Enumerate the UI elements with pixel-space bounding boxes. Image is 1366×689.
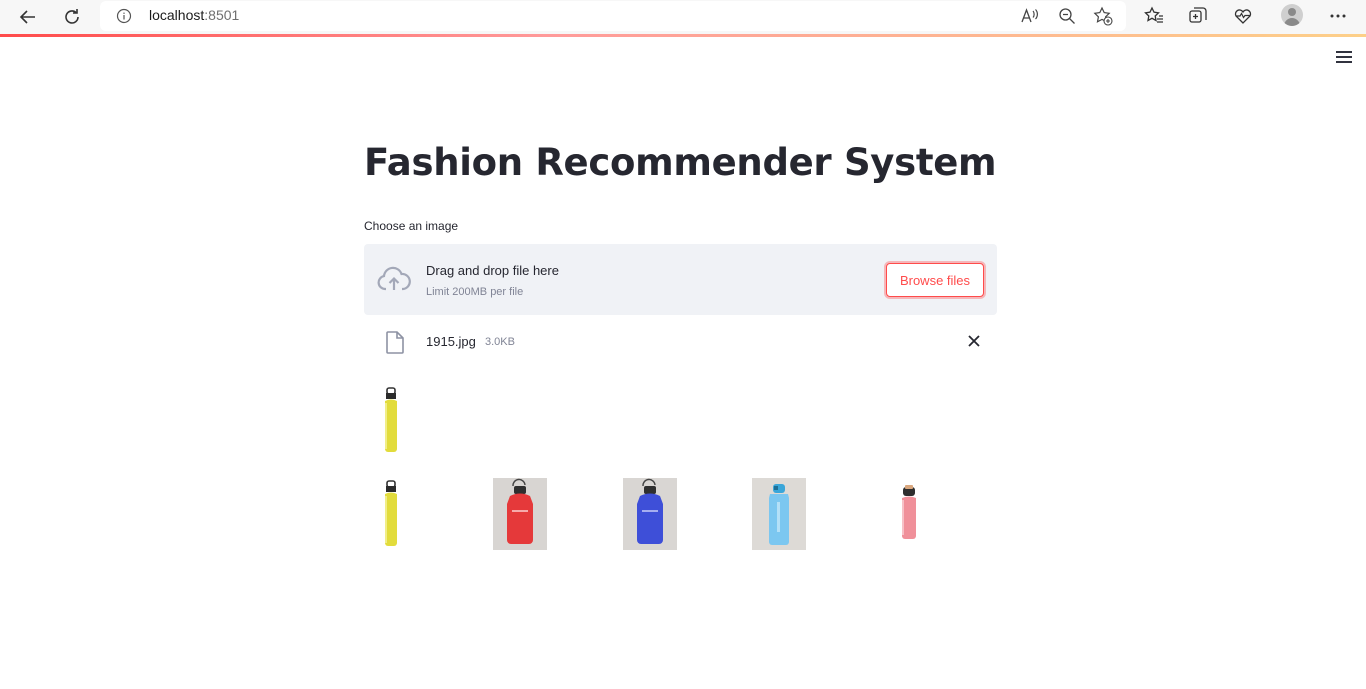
recommendation-image-1 — [376, 480, 406, 547]
performance-icon[interactable] — [1232, 5, 1254, 27]
status-decoration-bar — [0, 34, 1366, 37]
remove-file-close-icon[interactable] — [966, 333, 982, 349]
page-title: Fashion Recommender System — [364, 141, 997, 184]
uploader-label: Choose an image — [364, 219, 459, 233]
recommendation-image-4 — [752, 478, 806, 550]
add-favorite-icon[interactable] — [1093, 6, 1113, 26]
file-icon — [386, 331, 404, 354]
url-port: :8501 — [204, 7, 240, 23]
file-name: 1915.jpg — [426, 334, 476, 349]
read-aloud-icon[interactable] — [1020, 6, 1040, 26]
cloud-upload-icon — [377, 266, 411, 292]
address-bar[interactable]: localhost:8501 — [100, 1, 1126, 31]
more-icon[interactable] — [1327, 5, 1349, 27]
file-size: 3.0KB — [485, 336, 515, 348]
profile-avatar[interactable] — [1281, 4, 1303, 26]
recommendation-image-3 — [623, 478, 677, 550]
browser-toolbar: localhost:8501 — [0, 0, 1366, 34]
zoom-out-icon[interactable] — [1057, 6, 1077, 26]
browse-files-button[interactable]: Browse files — [886, 263, 984, 297]
file-dropzone[interactable]: Drag and drop file here Limit 200MB per … — [364, 244, 997, 315]
dropzone-limit: Limit 200MB per file — [426, 286, 524, 298]
dropzone-instruction: Drag and drop file here — [426, 263, 559, 278]
recommendation-image-5 — [898, 484, 920, 540]
hamburger-menu-icon[interactable] — [1336, 51, 1352, 63]
collections-icon[interactable] — [1187, 5, 1209, 27]
url-host: localhost — [149, 7, 205, 23]
favorites-icon[interactable] — [1143, 5, 1165, 27]
info-icon[interactable] — [116, 8, 132, 24]
uploaded-file-row: 1915.jpg 3.0KB — [364, 326, 997, 358]
recommendation-image-2 — [493, 478, 547, 550]
uploaded-image-yellow-bottle — [376, 387, 406, 453]
back-arrow-icon[interactable] — [14, 3, 42, 31]
refresh-icon[interactable] — [58, 3, 86, 31]
url-text[interactable]: localhost:8501 — [149, 7, 239, 23]
